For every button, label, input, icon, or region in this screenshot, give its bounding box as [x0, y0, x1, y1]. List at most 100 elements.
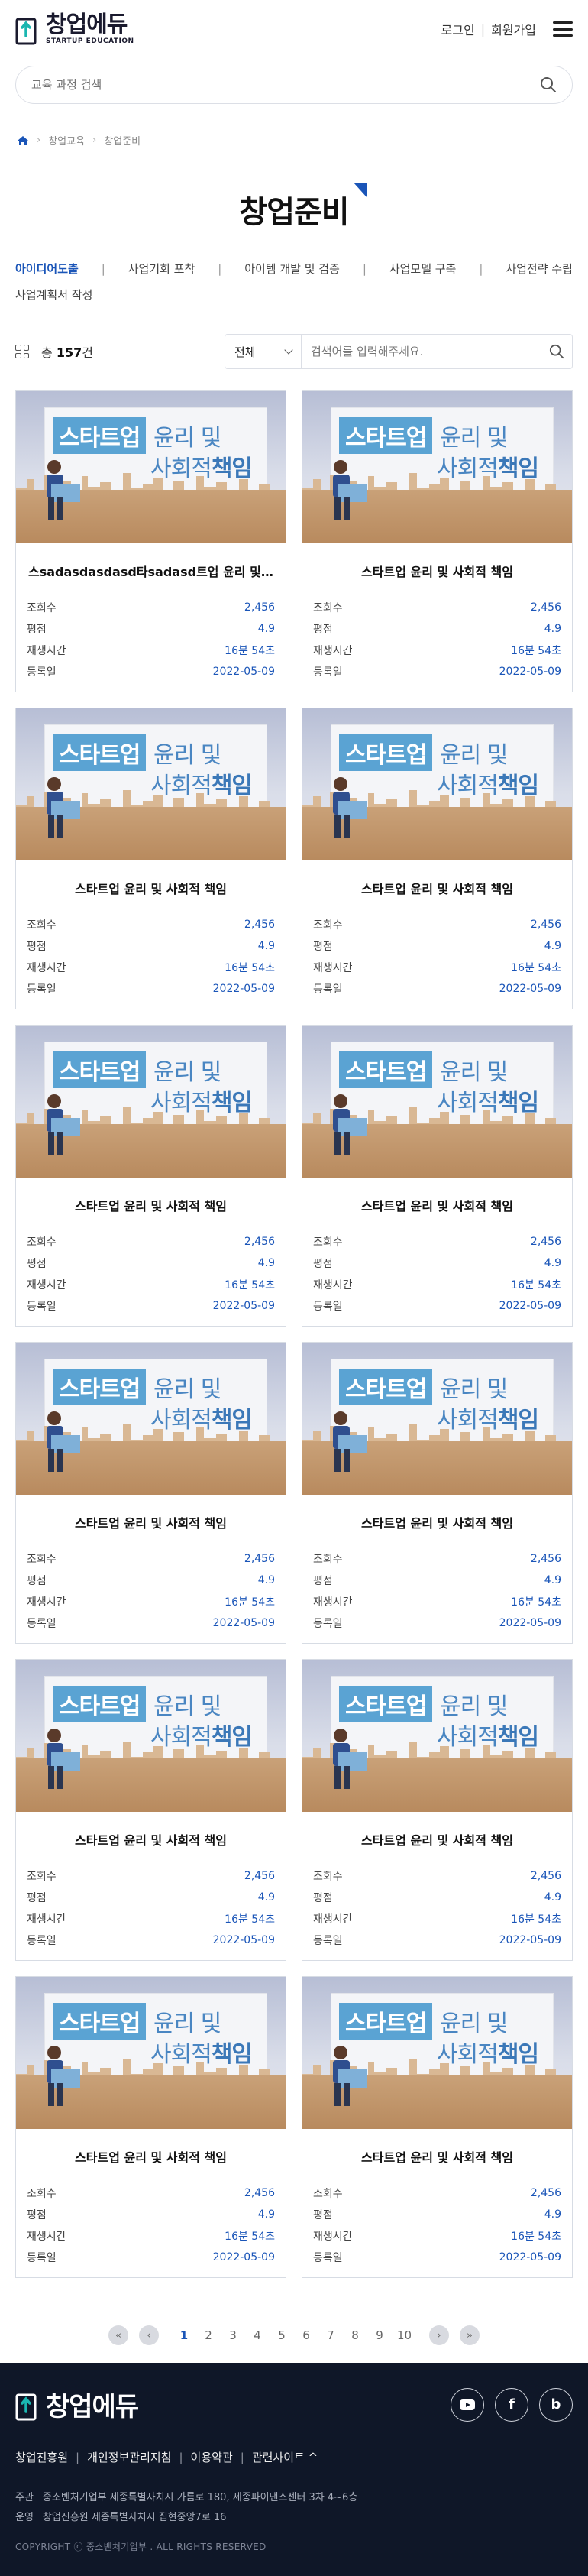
date-value: 2022-05-09	[499, 2251, 561, 2263]
page-number-button[interactable]: 10	[397, 2328, 412, 2342]
course-card[interactable]: 스타트업 윤리 및 사회적책임 스타트업 윤리 및 사회적 책임 조회수 2,45…	[302, 1976, 573, 2278]
course-thumbnail[interactable]: 스타트업 윤리 및 사회적책임	[302, 1026, 572, 1178]
page-number-button[interactable]: 1	[177, 2328, 191, 2342]
course-card[interactable]: 스타트업 윤리 및 사회적책임 스타트업 윤리 및 사회적 책임 조회수 2,45…	[302, 1025, 573, 1327]
course-title[interactable]: 스타트업 윤리 및 사회적 책임	[28, 1830, 273, 1849]
page-number-button[interactable]: 5	[275, 2328, 289, 2342]
page-number-button[interactable]: 3	[226, 2328, 240, 2342]
course-thumbnail[interactable]: 스타트업 윤리 및 사회적책임	[16, 1660, 286, 1812]
date-label: 등록일	[27, 1935, 57, 1947]
page-number-button[interactable]: 6	[299, 2328, 313, 2342]
hamburger-icon[interactable]	[553, 21, 573, 37]
course-card[interactable]: 스타트업 윤리 및 사회적책임 스타트업 윤리 및 사회적 책임 조회수 2,45…	[15, 1025, 286, 1327]
course-card[interactable]: 스타트업 윤리 및 사회적책임 스타트업 윤리 및 사회적 책임 조회수 2,45…	[302, 708, 573, 1009]
course-card[interactable]: 스타트업 윤리 및 사회적책임 스타트업 윤리 및 사회적 책임 조회수 2,45…	[302, 390, 573, 692]
course-thumbnail[interactable]: 스타트업 윤리 및 사회적책임	[16, 1343, 286, 1495]
keyword-input[interactable]	[302, 345, 541, 358]
course-card[interactable]: 스타트업 윤리 및 사회적책임 스타트업 윤리 및 사회적 책임 조회수 2,45…	[15, 1976, 286, 2278]
tab-opportunity[interactable]: 사업기회 포착	[128, 256, 195, 282]
thumbnail-text: 사회적책임	[437, 1724, 539, 1751]
signup-link[interactable]: 회원가입	[491, 20, 536, 38]
course-thumbnail[interactable]: 스타트업 윤리 및 사회적책임	[302, 1977, 572, 2129]
site-logo[interactable]: 창업에듀 STARTUP EDUCATION	[15, 13, 134, 45]
course-thumbnail[interactable]: 스타트업 윤리 및 사회적책임	[16, 391, 286, 543]
rating-label: 평점	[313, 1575, 333, 1587]
course-thumbnail[interactable]: 스타트업 윤리 및 사회적책임	[16, 1026, 286, 1178]
course-card[interactable]: 스타트업 윤리 및 사회적책임 스타트업 윤리 및 사회적 책임 조회수 2,45…	[15, 1659, 286, 1961]
page-number-button[interactable]: 8	[348, 2328, 362, 2342]
course-thumbnail[interactable]: 스타트업 윤리 및 사회적책임	[16, 708, 286, 860]
footer-logo[interactable]: 창업에듀	[15, 2386, 139, 2423]
course-card[interactable]: 스타트업 윤리 및 사회적책임 스타트업 윤리 및 사회적 책임 조회수 2,45…	[15, 708, 286, 1009]
course-thumbnail[interactable]: 스타트업 윤리 및 사회적책임	[302, 1343, 572, 1495]
thumbnail-text: 사회적책임	[437, 1090, 539, 1116]
page-number-button[interactable]: 2	[202, 2328, 215, 2342]
breadcrumb: › 창업교육 › 창업준비	[0, 133, 588, 147]
course-title[interactable]: 스타트업 윤리 및 사회적 책임	[315, 1196, 560, 1214]
course-title[interactable]: 스타트업 윤리 및 사회적 책임	[315, 2147, 560, 2166]
course-thumbnail[interactable]: 스타트업 윤리 및 사회적책임	[302, 1660, 572, 1812]
course-title[interactable]: 스타트업 윤리 및 사회적 책임	[315, 879, 560, 897]
tab-business-plan[interactable]: 사업계획서 작성	[15, 288, 92, 302]
course-thumbnail[interactable]: 스타트업 윤리 및 사회적책임	[16, 1977, 286, 2129]
duration-value: 16분 54초	[225, 962, 275, 974]
breadcrumb-item-education[interactable]: 창업교육	[48, 133, 85, 147]
course-title[interactable]: 스타트업 윤리 및 사회적 책임	[28, 1196, 273, 1214]
rating-label: 평점	[27, 1892, 47, 1904]
tab-item-development[interactable]: 아이템 개발 및 검증	[244, 256, 340, 282]
thumbnail-text: 스타트업	[339, 1686, 433, 1722]
page-number-button[interactable]: 7	[324, 2328, 338, 2342]
course-title[interactable]: 스sadasdasdasd타sadasd트업 윤리 및 사회적 책임	[28, 562, 273, 580]
first-page-button[interactable]: «	[108, 2325, 128, 2345]
footer-link-privacy[interactable]: 개인정보관리지침	[87, 2449, 171, 2465]
course-card[interactable]: 스타트업 윤리 및 사회적책임 스타트업 윤리 및 사회적 책임 조회수 2,45…	[15, 1342, 286, 1644]
date-label: 등록일	[27, 2252, 57, 2264]
grid-view-icon[interactable]	[15, 345, 29, 358]
search-icon[interactable]	[549, 344, 564, 359]
course-card[interactable]: 스타트업 윤리 및 사회적책임 스sadasdasdasd타sadasd트업 윤…	[15, 390, 286, 692]
rating-value: 4.9	[544, 2208, 561, 2221]
login-link[interactable]: 로그인	[441, 20, 475, 38]
tab-strategy[interactable]: 사업전략 수립	[506, 256, 573, 282]
rating-value: 4.9	[257, 1574, 275, 1586]
thumbnail-text: 사회적책임	[150, 1724, 253, 1751]
date-label: 등록일	[27, 666, 57, 679]
footer-link-kised[interactable]: 창업진흥원	[15, 2449, 68, 2465]
course-title[interactable]: 스타트업 윤리 및 사회적 책임	[315, 1513, 560, 1531]
tab-idea[interactable]: 아이디어도출	[15, 256, 79, 282]
duration-label: 재생시간	[27, 645, 66, 657]
course-card[interactable]: 스타트업 윤리 및 사회적책임 스타트업 윤리 및 사회적 책임 조회수 2,45…	[302, 1659, 573, 1961]
facebook-icon[interactable]: f	[495, 2387, 528, 2422]
footer-link-related-sites[interactable]: 관련사이트 ^	[252, 2449, 318, 2465]
course-title[interactable]: 스타트업 윤리 및 사회적 책임	[315, 1830, 560, 1849]
search-icon[interactable]	[540, 76, 557, 93]
tab-business-model[interactable]: 사업모델 구축	[389, 256, 457, 282]
page-number-button[interactable]: 9	[373, 2328, 386, 2342]
course-search-input[interactable]	[31, 78, 505, 92]
search-scope-select[interactable]: 전체	[225, 335, 302, 368]
course-title[interactable]: 스타트업 윤리 및 사회적 책임	[315, 562, 560, 580]
rating-value: 4.9	[544, 940, 561, 952]
course-thumbnail[interactable]: 스타트업 윤리 및 사회적책임	[302, 708, 572, 860]
home-icon[interactable]	[17, 135, 29, 146]
blog-icon[interactable]: b	[539, 2387, 573, 2422]
date-label: 등록일	[27, 1618, 57, 1630]
course-title[interactable]: 스타트업 윤리 및 사회적 책임	[28, 879, 273, 897]
course-card[interactable]: 스타트업 윤리 및 사회적책임 스타트업 윤리 및 사회적 책임 조회수 2,45…	[302, 1342, 573, 1644]
course-title[interactable]: 스타트업 윤리 및 사회적 책임	[28, 1513, 273, 1531]
course-thumbnail[interactable]: 스타트업 윤리 및 사회적책임	[302, 391, 572, 543]
rating-label: 평점	[27, 941, 47, 953]
course-title[interactable]: 스타트업 윤리 및 사회적 책임	[28, 2147, 273, 2166]
views-label: 조회수	[313, 602, 343, 614]
person-illustration-icon	[47, 1729, 80, 1789]
youtube-icon[interactable]	[451, 2387, 484, 2422]
date-label: 등록일	[313, 1618, 343, 1630]
last-page-button[interactable]: »	[460, 2325, 480, 2345]
prev-page-button[interactable]: ‹	[139, 2325, 159, 2345]
course-grid: 스타트업 윤리 및 사회적책임 스sadasdasdasd타sadasd트업 윤…	[0, 390, 588, 2278]
tab-divider: |	[101, 262, 105, 276]
footer-link-terms[interactable]: 이용약관	[191, 2449, 233, 2465]
page-number-button[interactable]: 4	[250, 2328, 264, 2342]
thumbnail-text: 스타트업	[339, 734, 433, 771]
next-page-button[interactable]: ›	[429, 2325, 449, 2345]
